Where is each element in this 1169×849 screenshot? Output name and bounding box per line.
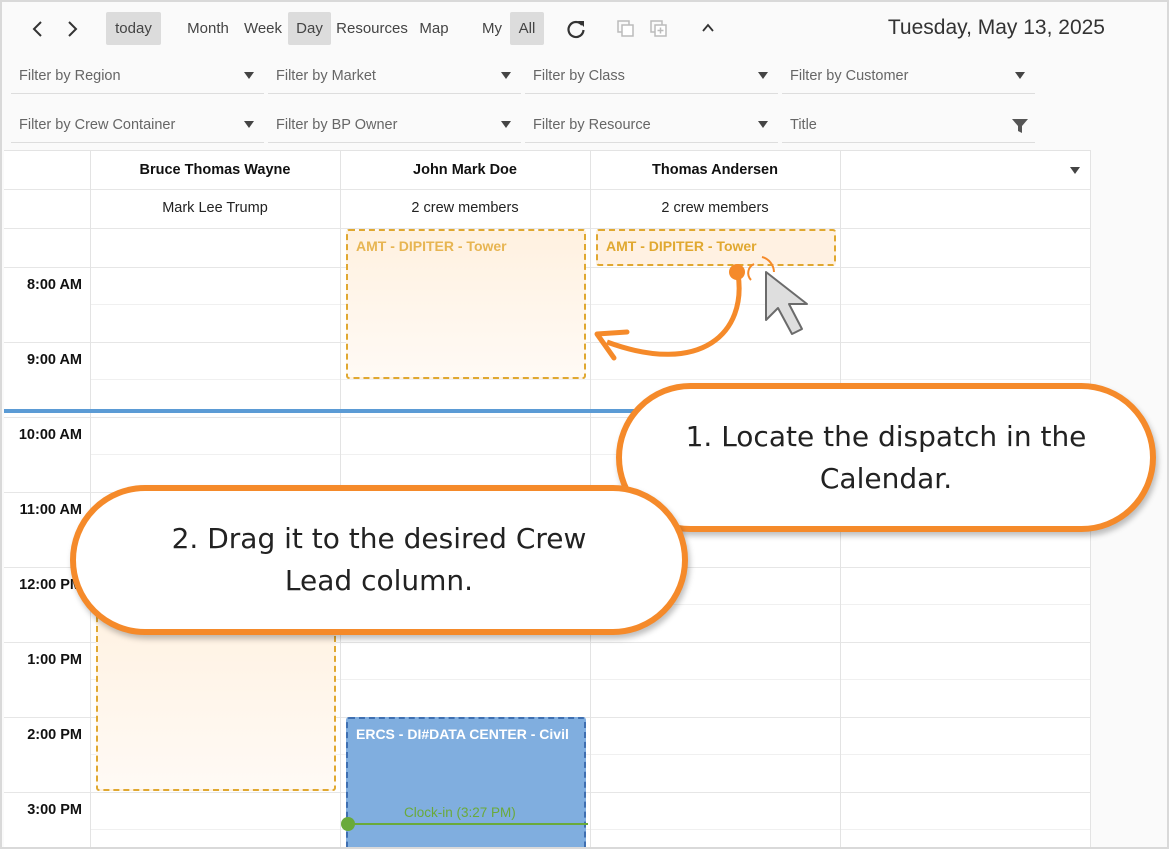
drag-handle-dot <box>729 264 745 280</box>
callout-step-2: 2. Drag it to the desired Crew Lead colu… <box>70 485 688 635</box>
callout-step-1: 1. Locate the dispatch in the Calendar. <box>616 383 1156 532</box>
cursor-icon <box>765 271 808 335</box>
click-ripple-icon <box>747 263 755 281</box>
click-ripple-icon <box>761 256 775 273</box>
drag-arrow <box>606 273 742 357</box>
callout-step-1-text: 1. Locate the dispatch in the Calendar. <box>685 419 1087 495</box>
calendar-app: today Month Week Day Resources Map My Al… <box>0 0 1169 849</box>
callout-step-2-text: 2. Drag it to the desired Crew Lead colu… <box>171 522 587 597</box>
